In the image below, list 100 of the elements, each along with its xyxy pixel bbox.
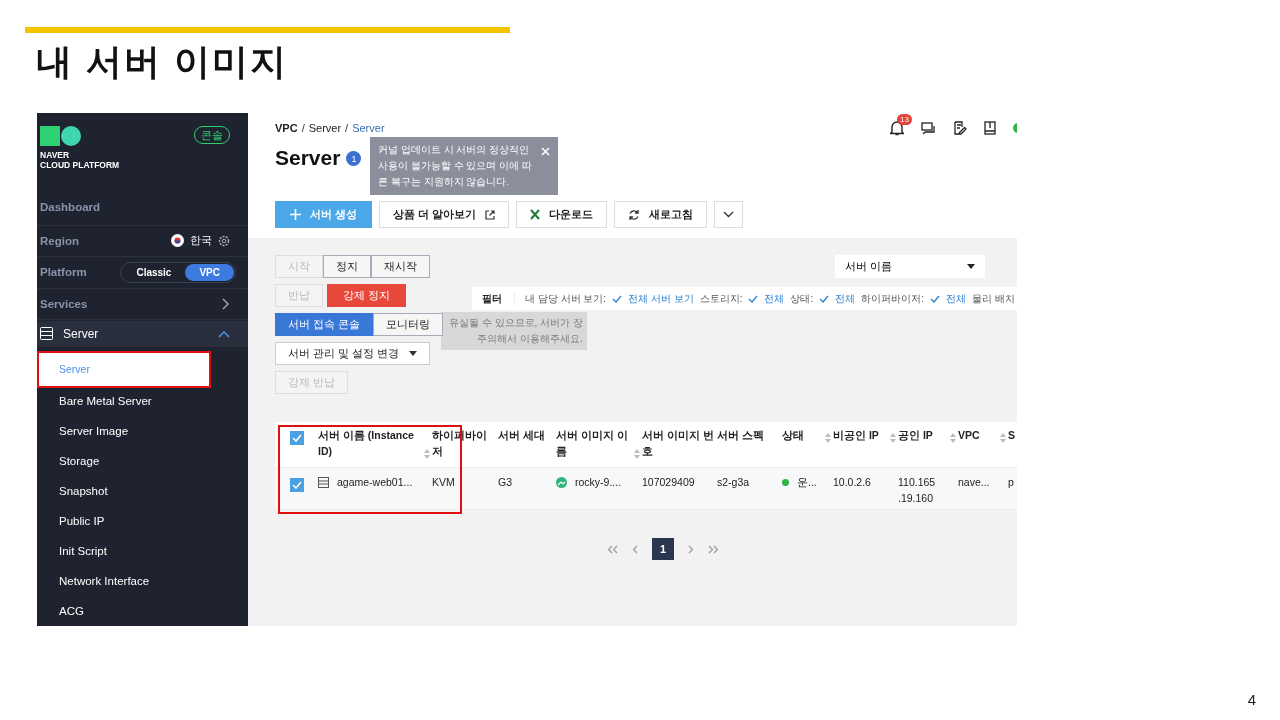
platform-option[interactable]: VPC bbox=[185, 263, 234, 281]
filter-name: 물리 배치 bbox=[972, 291, 1015, 306]
submenu-item[interactable]: ACG bbox=[59, 602, 84, 619]
table-cell-text: rocky-9.... bbox=[575, 475, 622, 490]
check-icon bbox=[612, 294, 623, 303]
submenu-item[interactable]: Server Image bbox=[59, 422, 129, 439]
next-page-icon[interactable] bbox=[688, 544, 694, 554]
info-badge[interactable]: 1 bbox=[346, 151, 362, 166]
previous-page-icon[interactable] bbox=[632, 544, 638, 554]
sort-icon[interactable] bbox=[424, 449, 430, 459]
caret-icon bbox=[408, 351, 417, 356]
last-page-icon[interactable] bbox=[708, 544, 719, 554]
action-button[interactable]: 모니터링 bbox=[372, 313, 443, 336]
check-icon bbox=[819, 294, 830, 303]
column-header[interactable]: 비공인 IP bbox=[833, 427, 888, 443]
column-header[interactable]: 공인 IP bbox=[898, 427, 948, 443]
sidebar-item: Region bbox=[40, 234, 79, 247]
server-icon bbox=[40, 327, 53, 341]
sidebar-item[interactable]: Dashboard bbox=[40, 200, 101, 213]
column-header[interactable]: 서버 이미지 이름 bbox=[556, 427, 632, 459]
breadcrumb-item[interactable]: Server bbox=[352, 122, 385, 134]
page-button[interactable]: 1 bbox=[652, 538, 674, 560]
submenu-item[interactable]: Init Script bbox=[59, 542, 107, 559]
filter-value[interactable]: 전체 bbox=[946, 291, 967, 306]
notification-badge: 13 bbox=[897, 113, 912, 125]
bell-icon[interactable] bbox=[890, 120, 904, 136]
filter-label: 필터 bbox=[482, 291, 515, 306]
table-cell-text: 10.0.2.6 bbox=[833, 475, 871, 490]
action-button[interactable]: 정지 bbox=[323, 255, 371, 278]
filter-value[interactable]: 전체 bbox=[835, 291, 856, 306]
column-header[interactable]: 서버 이름 (Instance ID) bbox=[318, 427, 422, 459]
checkbox[interactable] bbox=[289, 431, 304, 445]
logo: NAVER CLOUD PLATFORM bbox=[40, 126, 120, 189]
table-cell-text: 110.165 .19.160 bbox=[898, 475, 937, 506]
os-icon bbox=[556, 477, 567, 488]
check-icon bbox=[748, 294, 759, 303]
sort-icon[interactable] bbox=[950, 433, 956, 443]
table-cell-text: s2-g3a bbox=[717, 475, 750, 490]
breadcrumb-separator: / bbox=[345, 122, 349, 134]
chevron-right-icon[interactable] bbox=[222, 297, 230, 310]
submenu-item[interactable]: Network Interface bbox=[59, 572, 150, 589]
status-dot bbox=[782, 479, 789, 486]
more-button[interactable] bbox=[714, 201, 744, 228]
table-cell-text: p bbox=[1008, 475, 1014, 490]
submenu-item[interactable]: Storage bbox=[59, 452, 100, 469]
checkbox[interactable] bbox=[289, 478, 304, 492]
region-value[interactable]: 한국 bbox=[190, 233, 212, 249]
page-title: Server bbox=[275, 146, 341, 170]
action-button[interactable]: 재시작 bbox=[371, 255, 430, 278]
sidebar-item[interactable]: Services bbox=[40, 297, 88, 310]
column-header[interactable]: S bbox=[1008, 427, 1017, 443]
column-header[interactable]: 서버 이미지 번호 bbox=[642, 427, 715, 459]
column-header[interactable]: VPC bbox=[958, 427, 998, 443]
chat-icon[interactable] bbox=[921, 121, 936, 135]
sidebar-group[interactable]: Server bbox=[37, 321, 248, 347]
check-icon bbox=[930, 294, 941, 303]
sort-icon[interactable] bbox=[825, 433, 831, 443]
submenu-item[interactable]: Bare Metal Server bbox=[59, 392, 152, 409]
plus-icon bbox=[290, 209, 301, 220]
platform-option[interactable]: Classic bbox=[122, 263, 186, 281]
filter-name: 상태: bbox=[790, 291, 814, 306]
external-link-icon bbox=[485, 209, 496, 220]
submenu-item[interactable]: Snapshot bbox=[59, 482, 108, 499]
table-cell-text: 107029409 bbox=[642, 475, 695, 490]
column-header[interactable]: 서버 세대 bbox=[498, 427, 554, 443]
sort-icon[interactable] bbox=[1000, 433, 1006, 443]
table-cell-text: KVM bbox=[432, 475, 455, 490]
dropdown-button[interactable]: 서버 관리 및 설정 변경 bbox=[275, 342, 430, 365]
breadcrumb-item[interactable]: Server bbox=[308, 122, 342, 134]
filter-value[interactable]: 전체 서버 보기 bbox=[628, 291, 694, 306]
column-header[interactable]: 서버 스펙 bbox=[717, 427, 780, 443]
download-button[interactable]: 다운로드 bbox=[516, 201, 608, 228]
server-icon bbox=[318, 477, 329, 488]
action-button[interactable]: 강제 정지 bbox=[327, 284, 406, 307]
filter-value[interactable]: 전체 bbox=[764, 291, 785, 306]
breadcrumb-item[interactable]: VPC bbox=[275, 122, 298, 134]
table-cell-text: G3 bbox=[498, 475, 512, 490]
settings-icon[interactable] bbox=[218, 234, 230, 247]
learn-more-button[interactable]: 상품 더 알아보기 bbox=[379, 201, 510, 228]
sort-icon[interactable] bbox=[634, 449, 640, 459]
action-button[interactable]: 서버 접속 콘솔 bbox=[275, 313, 373, 336]
flag-icon bbox=[171, 234, 184, 248]
page-number: 4 bbox=[1247, 691, 1256, 708]
sidebar-item: Platform bbox=[40, 266, 87, 279]
hint-text: 유실될 수 있으므로, 서버가 장 bbox=[449, 316, 583, 330]
refresh-icon bbox=[628, 208, 641, 221]
search-select[interactable]: 서버 이름 bbox=[835, 255, 985, 278]
hint-text: 주의해서 이용해주세요. bbox=[477, 332, 583, 346]
edit-icon[interactable] bbox=[953, 121, 967, 135]
caret-icon bbox=[967, 264, 975, 269]
first-page-icon[interactable] bbox=[607, 544, 618, 554]
submenu-item[interactable]: Public IP bbox=[59, 512, 105, 529]
tooltip-text: 커널 업데이트 시 서버의 정상적인 사용이 불가능할 수 있으며 이에 따른 복구는 지원하지 않습니다. bbox=[378, 143, 533, 189]
book-icon[interactable] bbox=[984, 121, 996, 135]
refresh-button[interactable]: 새로고침 bbox=[614, 201, 708, 228]
sort-icon[interactable] bbox=[890, 433, 896, 443]
column-header[interactable]: 상태 bbox=[782, 427, 823, 443]
slide-title: 내 서버 이미지 bbox=[36, 40, 288, 84]
close-icon[interactable] bbox=[541, 147, 551, 156]
filter-name: 하이퍼바이저: bbox=[861, 291, 925, 306]
